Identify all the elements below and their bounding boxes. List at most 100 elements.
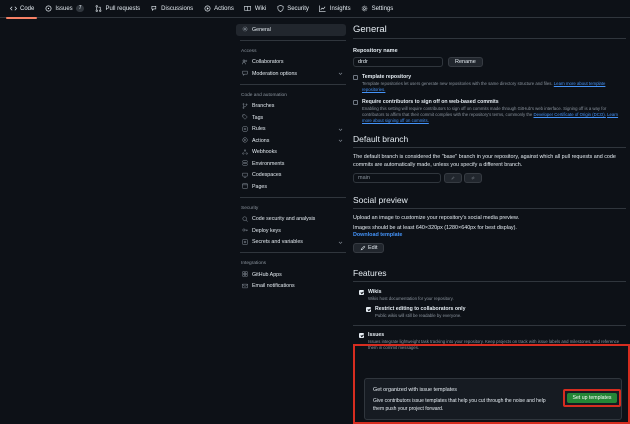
social-preview-title: Social preview: [353, 195, 626, 209]
sidebar-item-general[interactable]: General: [236, 24, 346, 36]
wikis-checkbox[interactable]: [359, 290, 364, 295]
tab-actions[interactable]: Actions: [198, 0, 239, 18]
signoff-desc: Enabling this setting will require contr…: [362, 106, 619, 123]
pencil-icon: [360, 245, 366, 251]
tab-discussions[interactable]: Discussions: [145, 0, 198, 18]
dco-link[interactable]: Developer Certificate of Origin (DCO).: [534, 112, 606, 117]
sidebar-item-tags[interactable]: Tags: [236, 112, 346, 124]
sidebar-item-label: Branches: [252, 103, 275, 110]
features-divider: [353, 325, 626, 326]
sidebar-item-github-apps[interactable]: GitHub Apps: [236, 269, 346, 281]
features-title: Features: [353, 268, 626, 282]
tab-code[interactable]: Code: [4, 0, 39, 19]
sidebar-item-label: GitHub Apps: [252, 271, 282, 278]
tab-pull-requests[interactable]: Pull requests: [89, 0, 145, 18]
chevron-down-icon: [338, 138, 343, 145]
signoff-checkbox[interactable]: [353, 100, 358, 105]
sidebar-item-label: Codespaces: [252, 172, 282, 179]
arrow-switch-icon: [471, 176, 475, 180]
tab-settings[interactable]: Settings: [356, 0, 399, 18]
tab-discussions-label: Discussions: [161, 5, 194, 12]
chevron-down-icon: [338, 71, 343, 78]
default-branch-input[interactable]: main: [353, 173, 441, 183]
signoff-title: Require contributors to sign off on web-…: [362, 99, 499, 105]
sidebar-item-code-security[interactable]: Code security and analysis: [236, 214, 346, 226]
sidebar-item-codespaces[interactable]: Codespaces: [236, 170, 346, 182]
sidebar-divider: [240, 83, 346, 85]
branch-icon: [242, 103, 249, 110]
sidebar-heading-security: Security: [241, 205, 259, 211]
key-icon: [242, 227, 249, 234]
sidebar-item-label: Secrets and variables: [252, 239, 303, 246]
sidebar-item-label: Moderation options: [252, 70, 298, 77]
tab-insights-label: Insights: [329, 5, 351, 12]
issues-count-badge: 7: [75, 5, 85, 12]
switch-branch-button[interactable]: [464, 173, 482, 183]
template-title: Template repository: [362, 74, 412, 80]
sidebar-item-label: Email notifications: [252, 283, 295, 290]
gear-icon: [242, 26, 249, 33]
sidebar-item-deploy-keys[interactable]: Deploy keys: [236, 225, 346, 237]
general-title: General: [353, 24, 626, 39]
mail-icon: [242, 283, 249, 290]
sidebar-divider: [240, 252, 346, 253]
settings-sidebar: General Access Collaborators Moderation …: [236, 24, 346, 292]
issue-icon: [44, 5, 52, 13]
sidebar-item-secrets[interactable]: Secrets and variables: [236, 237, 346, 249]
sidebar-item-environments[interactable]: Environments: [236, 158, 346, 170]
sidebar-item-pages[interactable]: Pages: [236, 181, 346, 193]
tab-security-label: Security: [287, 5, 309, 12]
template-checkbox[interactable]: [353, 75, 358, 80]
sidebar-item-collaborators[interactable]: Collaborators: [236, 57, 346, 69]
tag-icon: [242, 114, 249, 121]
sidebar-item-moderation[interactable]: Moderation options: [236, 68, 346, 80]
graph-icon: [319, 5, 327, 13]
tab-wiki[interactable]: Wiki: [239, 0, 271, 18]
sidebar-item-rules[interactable]: Rules: [236, 124, 346, 136]
issues-title: Issues: [368, 332, 385, 338]
set-up-templates-button[interactable]: Set up templates: [567, 393, 617, 403]
template-desc: Template repositories let users generate…: [362, 81, 606, 92]
sidebar-divider: [240, 196, 346, 198]
sidebar-heading-access: Access: [241, 48, 257, 54]
sidebar-item-label: Webhooks: [252, 149, 277, 156]
tab-issues[interactable]: Issues 7: [39, 0, 89, 18]
tab-insights[interactable]: Insights: [314, 0, 356, 18]
code-icon: [9, 5, 17, 13]
edit-branch-button[interactable]: [444, 173, 462, 183]
webhook-icon: [242, 149, 249, 156]
restrict-wiki-checkbox[interactable]: [366, 307, 371, 312]
settings-main: General Repository name drdr Rename Temp…: [353, 24, 626, 351]
edit-label: Edit: [368, 245, 378, 251]
shield-icon: [276, 5, 284, 13]
sidebar-heading-automation: Code and automation: [241, 92, 287, 98]
promo-desc: Give contributors issue templates that h…: [373, 398, 546, 412]
server-icon: [242, 160, 249, 167]
tab-security[interactable]: Security: [271, 0, 314, 18]
chevron-down-icon: [338, 127, 343, 134]
promo-title: Get organized with issue templates: [373, 387, 457, 393]
tab-actions-label: Actions: [214, 5, 234, 12]
sidebar-item-label: Rules: [252, 126, 266, 133]
issues-checkbox[interactable]: [359, 333, 364, 338]
sidebar-item-label: Environments: [252, 160, 285, 167]
sidebar-item-webhooks[interactable]: Webhooks: [236, 147, 346, 159]
apps-icon: [242, 271, 249, 278]
sidebar-item-email[interactable]: Email notifications: [236, 281, 346, 293]
sidebar-item-label: Code security and analysis: [252, 216, 316, 223]
people-icon: [242, 59, 249, 66]
download-template-link[interactable]: Download template: [353, 232, 626, 238]
sidebar-item-label: Actions: [252, 137, 270, 144]
sidebar-item-label: Tags: [252, 114, 264, 121]
sidebar-item-branches[interactable]: Branches: [236, 101, 346, 113]
restrict-title: Restrict editing to collaborators only: [375, 306, 466, 312]
social-desc: Upload an image to customize your reposi…: [353, 215, 520, 221]
tab-pull-requests-label: Pull requests: [105, 5, 141, 12]
rename-button[interactable]: Rename: [448, 57, 483, 67]
tab-issues-label: Issues: [55, 5, 73, 12]
sidebar-item-label: Pages: [252, 183, 268, 190]
sidebar-item-actions[interactable]: Actions: [236, 135, 346, 147]
chevron-down-icon: [338, 240, 343, 247]
social-edit-button[interactable]: Edit: [353, 243, 385, 253]
repo-name-input[interactable]: drdr: [353, 57, 443, 67]
